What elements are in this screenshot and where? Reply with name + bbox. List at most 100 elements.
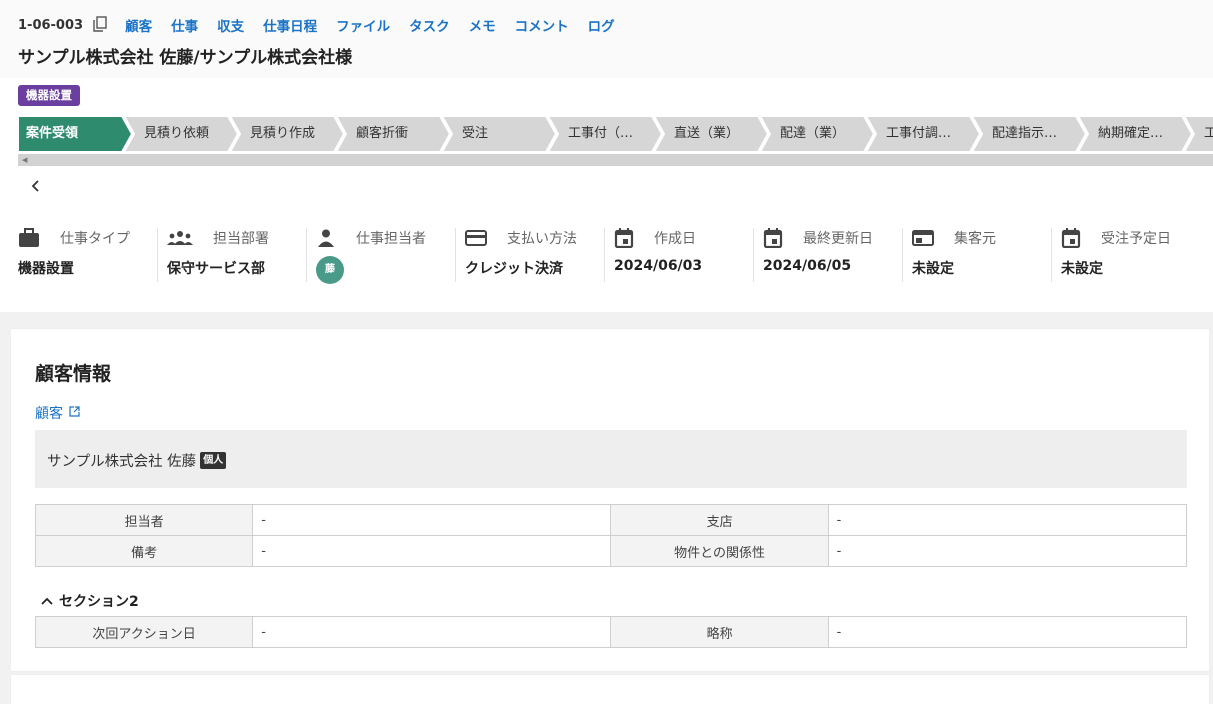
meta-divider [902,228,903,282]
person-icon [316,228,346,248]
meta-item: 受注予定日未設定 [1061,222,1196,286]
top-nav: 顧客 仕事 収支 仕事日程 ファイル タスク メモ コメント ログ [125,15,634,35]
calendar-icon [763,228,793,248]
stage-step[interactable]: 配達（業） [760,116,876,152]
chevron-up-icon [41,594,53,609]
meta-item: 集客元 未設定 [912,222,1047,286]
meta-label: 作成日 [614,228,696,248]
nav-tasks[interactable]: タスク [409,15,450,35]
nav-files[interactable]: ファイル [336,15,390,35]
meta-label: 集客元 [912,228,996,248]
stage-label: 配達指示… [992,126,1058,141]
external-link-icon [69,405,80,421]
stage-label: 案件受領 [26,126,79,141]
customer-link-label: 顧客 [35,406,63,422]
meta-label-text: 支払い方法 [507,231,577,247]
meta-item: 支払い方法クレジット決済 [465,222,600,286]
nav-job[interactable]: 仕事 [171,15,198,35]
customer-name-row: サンプル株式会社 佐藤 個人 [47,450,227,471]
table-row: 担当者 - 支店 - [34,504,1188,536]
meta-label-text: 作成日 [654,231,696,247]
customer-link[interactable]: 顧客 [35,403,80,423]
field-label: 支店 [610,504,829,536]
field-label: 物件との関係性 [610,535,829,567]
stage-step[interactable]: 受注 [442,116,558,152]
stage-scrollbar[interactable]: ◀ [18,154,1213,166]
meta-label-text: 担当部署 [213,231,269,247]
job-id: 1-06-003 [18,17,84,33]
copy-icon[interactable] [93,16,109,34]
field-label: 次回アクション日 [34,616,254,648]
stage-label: 直送（業） [674,126,740,141]
nav-log[interactable]: ログ [588,15,615,35]
nav-customer[interactable]: 顧客 [125,15,152,35]
stage-label: 工 [1204,126,1213,141]
meta-divider [455,228,456,282]
meta-value: 未設定 [1061,261,1103,277]
nav-balance[interactable]: 収支 [217,15,244,35]
meta-divider [753,228,754,282]
next-card [10,674,1210,704]
stage-step[interactable]: 見積り作成 [230,116,346,152]
meta-label-text: 仕事担当者 [356,231,426,247]
stage-step[interactable]: 直送（業） [654,116,770,152]
meta-item: 作成日 2024/06/03 [614,222,749,286]
nav-memo[interactable]: メモ [469,15,496,35]
meta-label-text: 受注予定日 [1101,231,1171,247]
stage-step[interactable]: 案件受領 [18,116,134,152]
calendar-icon [1061,228,1091,248]
job-meta-bar: 仕事タイプ 機器設置 担当部署 保守サービス部 仕事担当者藤支払い方法 クレジット決済 作成… [0,222,1213,292]
stage-label: 見積り依頼 [144,126,210,141]
meta-divider [604,228,605,282]
meta-label-text: 仕事タイプ [60,231,130,247]
nav-comments[interactable]: コメント [515,15,569,35]
section-title: 顧客情報 [35,363,112,385]
meta-label: 仕事タイプ [18,228,130,248]
stage-step[interactable]: 工 [1184,116,1213,152]
field-value: - [827,616,1188,648]
stage-label: 納期確定… [1098,126,1164,141]
nav-schedule[interactable]: 仕事日程 [263,15,317,35]
meta-label-text: 集客元 [954,231,996,247]
stage-step[interactable]: 工事付（… [548,116,664,152]
stage-step[interactable]: 配達指示… [972,116,1088,152]
stage-step[interactable]: 顧客折衝 [336,116,452,152]
field-label: 略称 [610,616,829,648]
stage-label: 配達（業） [780,126,846,141]
field-label: 担当者 [34,504,254,536]
stage-progress: 案件受領 見積り依頼 見積り作成 顧客折衝 受注 工事付（… 直送（業） 配達（業） 工事付調…… [18,116,1213,152]
meta-item: 仕事担当者藤 [316,222,451,286]
page-header: 1-06-003 顧客 仕事 収支 仕事日程 ファイル タスク メモ コメント … [0,0,1213,78]
field-value: - [252,616,612,648]
avatar[interactable]: 藤 [316,256,344,284]
meta-value: 未設定 [912,261,954,277]
meta-label: 仕事担当者 [316,228,426,248]
meta-value: 機器設置 [18,261,74,277]
customer-info-card: 顧客情報 顧客 サンプル株式会社 佐藤 個人 担当者 - 支店 - 備考 - 物… [10,328,1210,672]
meta-divider [157,228,158,282]
meta-label-text: 最終更新日 [803,231,873,247]
meta-item: 仕事タイプ機器設置 [18,222,153,286]
group-icon [167,230,203,246]
field-value: - [827,535,1188,567]
meta-value: 保守サービス部 [167,261,265,277]
calendar-icon [614,228,644,248]
scroll-left-icon[interactable]: ◀ [22,156,27,164]
chevron-left-icon[interactable] [30,178,50,198]
stage-label: 顧客折衝 [356,126,409,141]
stage-step[interactable]: 納期確定… [1078,116,1194,152]
field-label: 備考 [34,535,254,567]
meta-label: 最終更新日 [763,228,873,248]
section2-title: セクション2 [59,594,139,610]
stage-step[interactable]: 見積り依頼 [124,116,240,152]
customer-summary: サンプル株式会社 佐藤 個人 [35,430,1187,488]
customer-name: サンプル株式会社 佐藤 [47,454,197,470]
meta-divider [1051,228,1052,282]
section2-toggle[interactable]: セクション2 [41,591,139,611]
section2-table: 次回アクション日 - 略称 - [34,616,1188,648]
meta-divider [306,228,307,282]
table-row: 備考 - 物件との関係性 - [34,535,1188,567]
meta-value: クレジット決済 [465,261,563,277]
stage-step[interactable]: 工事付調… [866,116,982,152]
page-title: サンプル株式会社 佐藤/サンプル株式会社様 [18,48,353,68]
